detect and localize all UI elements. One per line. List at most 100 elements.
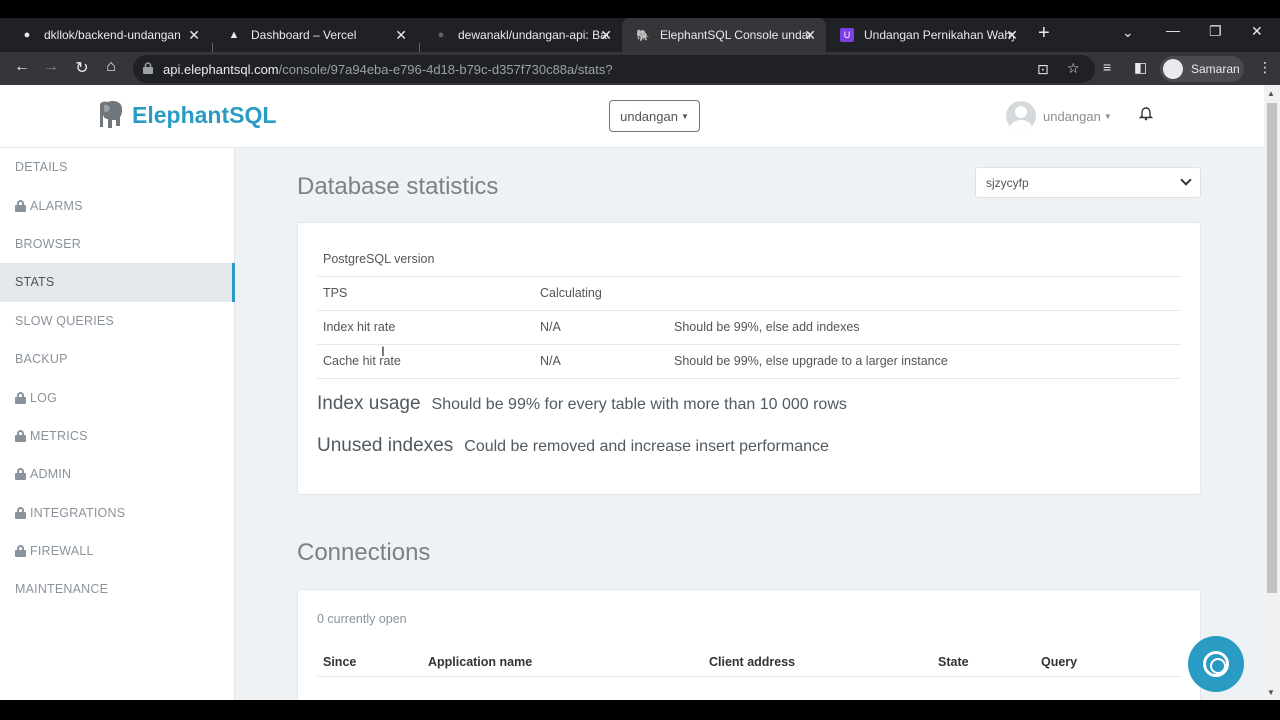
restore-button[interactable]: ❐ [1209, 23, 1222, 40]
browser-tab[interactable]: U Undangan Pernikahan Wahy ✕ [826, 18, 1028, 52]
sidebar-item-label: ADMIN [30, 467, 72, 482]
reload-icon[interactable]: ↻ [72, 58, 92, 78]
scroll-down-icon[interactable]: ▼ [1267, 688, 1275, 697]
column-header-application-name[interactable]: Application name [422, 648, 703, 677]
browser-menu-icon[interactable]: ⋮ [1258, 59, 1272, 76]
sidebar-item-label: FIREWALL [30, 544, 94, 559]
translate-icon[interactable]: ⊡ [1037, 61, 1049, 78]
vercel-icon: ▲ [228, 29, 240, 41]
browser-tab-active[interactable]: 🐘 ElephantSQL Console undan ✕ [622, 18, 826, 52]
sidebar-item-log[interactable]: LOG [0, 378, 234, 416]
sidebar-item-details[interactable]: DETAILS [0, 148, 234, 186]
address-bar[interactable]: api.elephantsql.com/console/97a94eba-e79… [133, 55, 1095, 83]
sidebar-item-browser[interactable]: BROWSER [0, 225, 234, 263]
tab-title: dkllok/backend-undangan [44, 28, 181, 42]
stat-name: TPS [317, 276, 534, 311]
lock-icon [15, 429, 26, 442]
stat-note [668, 276, 1181, 311]
sidebar-item-admin[interactable]: ADMIN [0, 455, 234, 493]
lock-icon [15, 545, 26, 558]
sidebar-item-stats[interactable]: STATS [0, 263, 235, 302]
url-text: api.elephantsql.com/console/97a94eba-e79… [163, 62, 613, 77]
table-row: PostgreSQL version [317, 242, 1181, 277]
connections-table: Since Application name Client address St… [317, 648, 1181, 677]
sidebar-item-maintenance[interactable]: MAINTENANCE [0, 570, 234, 608]
browser-toolbar: ← → ↻ ⌂ api.elephantsql.com/console/97a9… [0, 52, 1280, 85]
close-icon[interactable]: ✕ [188, 27, 200, 44]
profile-button[interactable]: Samaran [1160, 56, 1244, 82]
user-name: undangan [1043, 108, 1101, 124]
stat-value [534, 242, 668, 277]
site-icon: U [840, 28, 854, 42]
logo[interactable]: ElephantSQL [94, 99, 276, 131]
column-header-client-address[interactable]: Client address [703, 648, 932, 677]
user-menu[interactable]: undangan ▼ [1006, 101, 1112, 131]
column-header-since[interactable]: Since [317, 648, 422, 677]
back-icon[interactable]: ← [12, 58, 32, 76]
close-icon[interactable]: ✕ [1006, 27, 1018, 44]
stat-note [668, 242, 1181, 277]
bell-icon[interactable] [1139, 107, 1153, 121]
tab-search-icon[interactable]: ⌄ [1122, 24, 1134, 41]
github-icon: ● [23, 29, 31, 41]
browser-tab[interactable]: ● dkllok/backend-undangan ✕ [6, 18, 210, 52]
sidebar-item-label: LOG [30, 390, 57, 405]
home-icon[interactable]: ⌂ [101, 58, 121, 76]
sidebar-item-metrics[interactable]: METRICS [0, 417, 234, 455]
unused-indexes: Unused indexes Could be removed and incr… [317, 435, 829, 457]
instance-dropdown[interactable]: undangan ▼ [609, 100, 700, 132]
browser-tab[interactable]: ▲ Dashboard – Vercel ✕ [213, 18, 417, 52]
page-scrollbar[interactable]: ▲ ▼ [1264, 85, 1280, 700]
lifebuoy-icon [1203, 651, 1229, 677]
lock-icon [15, 468, 26, 481]
app-header: ElephantSQL undangan ▼ undangan ▼ [0, 85, 1264, 148]
close-icon[interactable]: ✕ [600, 27, 612, 44]
reading-list-icon[interactable]: ≡ [1103, 59, 1111, 75]
stat-name: Index hit rate [317, 310, 534, 345]
instance-name: undangan [620, 108, 678, 124]
stat-name: PostgreSQL version [317, 242, 534, 277]
tab-title: ElephantSQL Console undan [660, 28, 810, 42]
unused-indexes-text: Could be removed and increase insert per… [464, 438, 829, 455]
sidebar-item-label: MAINTENANCE [15, 582, 109, 597]
database-select[interactable]: sjzycyfp [975, 167, 1201, 198]
sidebar-item-label: DETAILS [15, 160, 68, 175]
sidebar-item-label: ALARMS [30, 198, 83, 213]
sidebar-item-alarms[interactable]: ALARMS [0, 186, 234, 224]
side-panel-icon[interactable]: ◧ [1134, 59, 1147, 76]
lock-icon [15, 391, 26, 404]
column-header-state[interactable]: State [932, 648, 1035, 677]
page: ElephantSQL undangan ▼ undangan ▼ DETAILS … [0, 85, 1264, 700]
connections-count: 0 currently open [317, 612, 407, 626]
help-chat-button[interactable] [1188, 636, 1244, 692]
table-row: Index hit rate N/A Should be 99%, else a… [317, 310, 1181, 345]
close-window-button[interactable]: ✕ [1251, 23, 1263, 40]
unused-indexes-label: Unused indexes [317, 435, 454, 456]
column-header-query[interactable]: Query [1035, 648, 1181, 677]
stat-value: Calculating [534, 276, 668, 311]
main-content: Database statistics sjzycyfp PostgreSQL … [235, 148, 1264, 700]
url-path: /console/97a94eba-e796-4d18-b79c-d357f73… [278, 62, 613, 77]
forward-icon[interactable]: → [41, 58, 61, 76]
incognito-avatar-icon [1163, 59, 1183, 79]
new-tab-button[interactable]: + [1038, 22, 1050, 45]
tab-title: dewanakl/undangan-api: Bac [458, 28, 608, 42]
sidebar-item-integrations[interactable]: INTEGRATIONS [0, 494, 234, 532]
scrollbar-thumb[interactable] [1267, 103, 1277, 593]
elephant-icon: 🐘 [636, 29, 650, 42]
connections-card: 0 currently open Since Application name … [297, 589, 1201, 700]
close-icon[interactable]: ✕ [395, 27, 407, 44]
lock-icon [143, 62, 153, 74]
bookmark-star-icon[interactable]: ☆ [1067, 60, 1080, 77]
stat-value: N/A [534, 344, 668, 379]
minimize-button[interactable]: — [1166, 22, 1180, 38]
browser-tab[interactable]: ● dewanakl/undangan-api: Bac ✕ [420, 18, 622, 52]
close-icon[interactable]: ✕ [804, 27, 816, 44]
lock-icon [15, 199, 26, 212]
index-usage: Index usage Should be 99% for every tabl… [317, 393, 847, 415]
sidebar-item-firewall[interactable]: FIREWALL [0, 532, 234, 570]
sidebar-item-slow-queries[interactable]: SLOW QUERIES [0, 302, 234, 340]
sidebar-item-backup[interactable]: BACKUP [0, 340, 234, 378]
sidebar-item-label: INTEGRATIONS [30, 505, 126, 520]
scroll-up-icon[interactable]: ▲ [1267, 89, 1275, 98]
